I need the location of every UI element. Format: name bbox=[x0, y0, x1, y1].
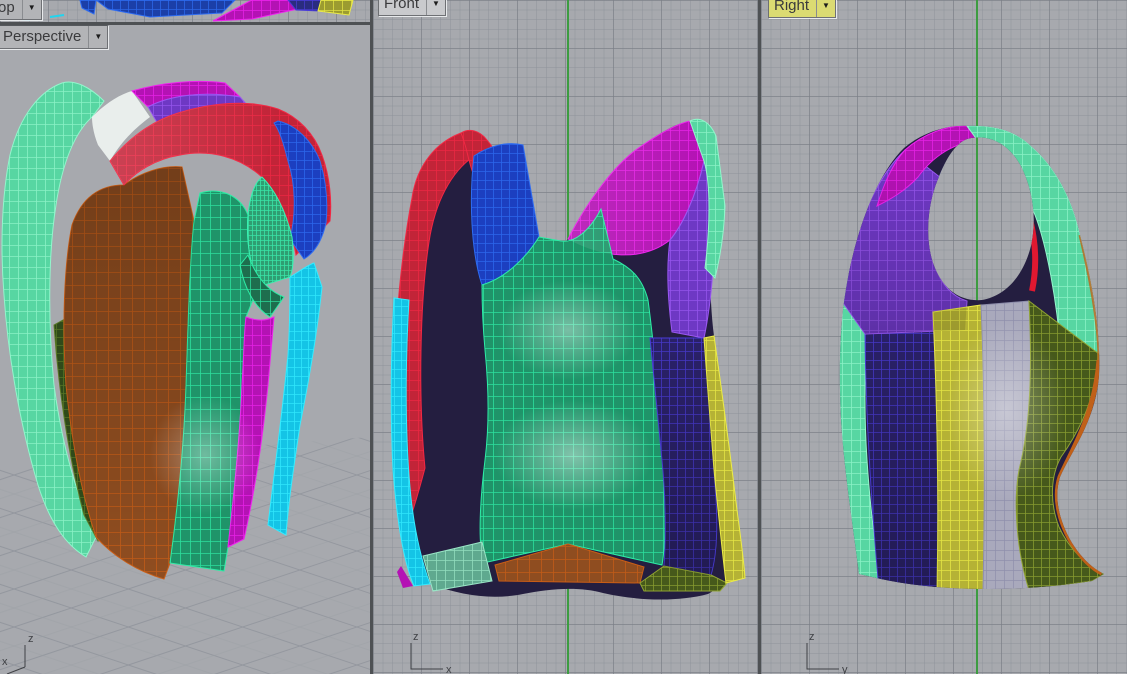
right-axis-y-label: y bbox=[842, 664, 848, 674]
viewport-perspective-label-text: Perspective bbox=[3, 28, 82, 45]
perspective-axis-icon: z x bbox=[2, 633, 34, 674]
top-sliver-yellow-panel[interactable] bbox=[317, 0, 354, 16]
right-axis-icon: z y bbox=[806, 631, 848, 674]
viewport-front[interactable]: z x Front ▼ bbox=[373, 0, 758, 674]
viewport-top-label-text: op bbox=[0, 0, 15, 16]
right-garment-model[interactable]: z y bbox=[761, 0, 1127, 674]
border-left-front[interactable] bbox=[370, 0, 373, 674]
right-axis-z-label: z bbox=[809, 631, 815, 643]
perspective-garment-model[interactable] bbox=[1, 80, 332, 580]
perspective-axis-x-label: x bbox=[2, 656, 8, 668]
right-purple-shade bbox=[841, 150, 967, 334]
viewport-right[interactable]: z y Right ▼ bbox=[761, 0, 1127, 674]
top-model-sliver[interactable] bbox=[0, 0, 370, 22]
rhino-multi-viewport: op ▼ z x Perspective ▼ z x Front ▼ z y R… bbox=[0, 0, 1127, 674]
front-axis-x-label: x bbox=[446, 664, 452, 674]
border-top-perspective[interactable] bbox=[0, 22, 370, 25]
viewport-top[interactable]: op ▼ bbox=[0, 0, 370, 22]
top-sliver-blue-tri[interactable] bbox=[79, 0, 97, 15]
front-waist-highlight bbox=[493, 400, 653, 510]
border-front-right[interactable] bbox=[758, 0, 761, 674]
front-axis-z-label: z bbox=[413, 631, 419, 643]
right-silver-highlight bbox=[946, 320, 1066, 500]
viewport-right-label-text: Right bbox=[774, 0, 810, 14]
viewport-right-dropdown-icon[interactable]: ▼ bbox=[816, 0, 830, 17]
viewport-perspective-dropdown-icon[interactable]: ▼ bbox=[88, 26, 102, 48]
front-chest-highlight bbox=[498, 280, 638, 380]
perspective-axis-z-label: z bbox=[28, 633, 34, 645]
viewport-right-label[interactable]: Right ▼ bbox=[768, 0, 836, 18]
viewport-front-label-text: Front bbox=[384, 0, 420, 12]
front-garment-model[interactable]: z x bbox=[373, 0, 758, 674]
right-navy-shade bbox=[865, 312, 938, 590]
viewport-perspective[interactable]: z x Perspective ▼ bbox=[0, 25, 370, 674]
viewport-front-dropdown-icon[interactable]: ▼ bbox=[426, 0, 440, 15]
front-axis-icon: z x bbox=[410, 631, 452, 674]
viewport-top-label[interactable]: op ▼ bbox=[0, 0, 42, 20]
right-garment-panels[interactable] bbox=[831, 125, 1105, 590]
perspective-scene[interactable]: z x bbox=[0, 25, 370, 674]
viewport-perspective-label[interactable]: Perspective ▼ bbox=[0, 25, 109, 49]
top-sliver-blue-panel[interactable] bbox=[95, 0, 236, 18]
viewport-front-label[interactable]: Front ▼ bbox=[378, 0, 446, 16]
viewport-top-dropdown-icon[interactable]: ▼ bbox=[21, 0, 36, 19]
